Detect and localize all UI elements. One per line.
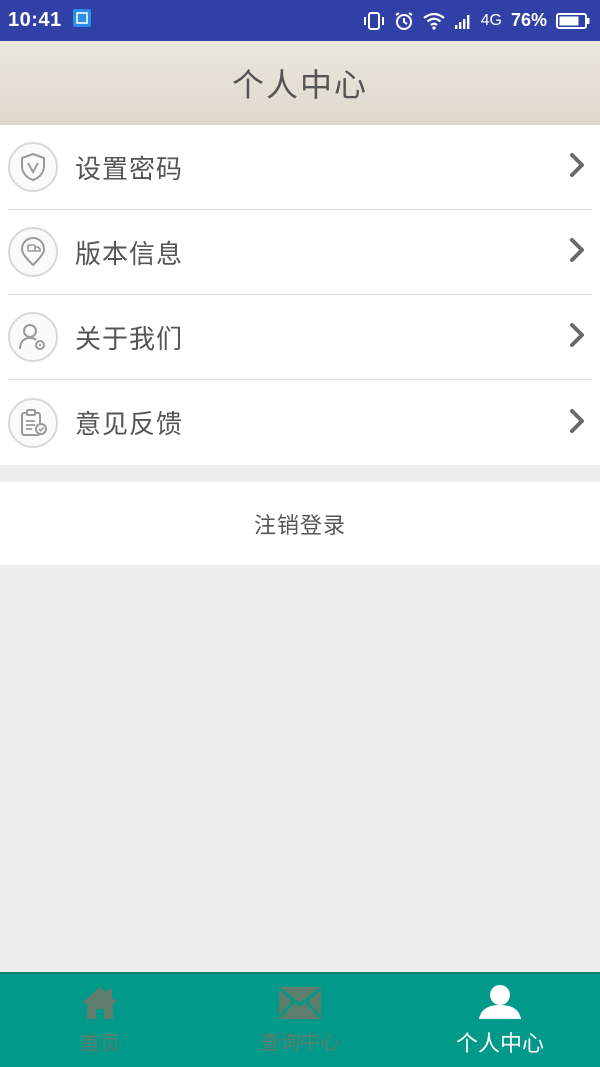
- tab-label: 查询中心: [260, 1030, 340, 1054]
- alarm-icon: [394, 11, 414, 31]
- chevron-right-icon: [568, 407, 586, 439]
- menu-item-label: 意见反馈: [75, 410, 184, 440]
- vibrate-icon: [363, 11, 385, 31]
- tab-label: 个人中心: [455, 1031, 544, 1057]
- battery-icon: [556, 12, 590, 30]
- user-settings-icon: [8, 312, 58, 362]
- status-bar: 10:41 4G 76%: [0, 0, 600, 41]
- menu-item-label: 设置密码: [75, 154, 184, 185]
- logout-label: 注销登录: [253, 513, 346, 539]
- location-pin-icon: [8, 227, 58, 277]
- logout-button[interactable]: 注销登录: [0, 482, 600, 565]
- menu-item-about-us[interactable]: 关于我们: [8, 295, 592, 380]
- page-title: 个人中心: [231, 66, 368, 104]
- menu-item-label: 关于我们: [75, 324, 184, 355]
- network-type: 4G: [480, 11, 502, 29]
- person-icon: [477, 984, 523, 1024]
- signal-icon: [454, 13, 472, 29]
- tab-home[interactable]: 首页: [0, 974, 200, 1067]
- wifi-icon: [422, 12, 445, 30]
- chevron-right-icon: [568, 321, 586, 353]
- shield-icon: [8, 142, 58, 192]
- chevron-right-icon: [568, 151, 586, 183]
- status-right: 4G 76%: [363, 10, 590, 31]
- bottom-tab-bar: 首页 查询中心 个人中心: [0, 972, 600, 1067]
- menu-item-set-password[interactable]: 设置密码: [8, 125, 592, 210]
- menu-item-version-info[interactable]: 版本信息: [8, 210, 592, 295]
- tab-query-center[interactable]: 查询中心: [200, 974, 400, 1067]
- envelope-icon: [278, 986, 322, 1024]
- menu-item-label: 版本信息: [75, 239, 184, 270]
- clipboard-icon: [8, 397, 58, 448]
- chevron-right-icon: [568, 236, 586, 268]
- screenshot-icon: [72, 8, 92, 33]
- menu-item-feedback[interactable]: 意见反馈: [8, 380, 592, 465]
- status-left: 10:41: [8, 8, 92, 33]
- tab-label: 首页: [80, 1031, 120, 1055]
- tab-personal-center[interactable]: 个人中心: [400, 974, 600, 1067]
- home-icon: [80, 985, 120, 1025]
- battery-percent: 76%: [510, 10, 547, 30]
- settings-menu: 设置密码 版本信息 关于我们 意见反馈: [0, 125, 600, 465]
- page-header: 个人中心: [0, 41, 600, 125]
- status-time: 10:41: [8, 9, 62, 31]
